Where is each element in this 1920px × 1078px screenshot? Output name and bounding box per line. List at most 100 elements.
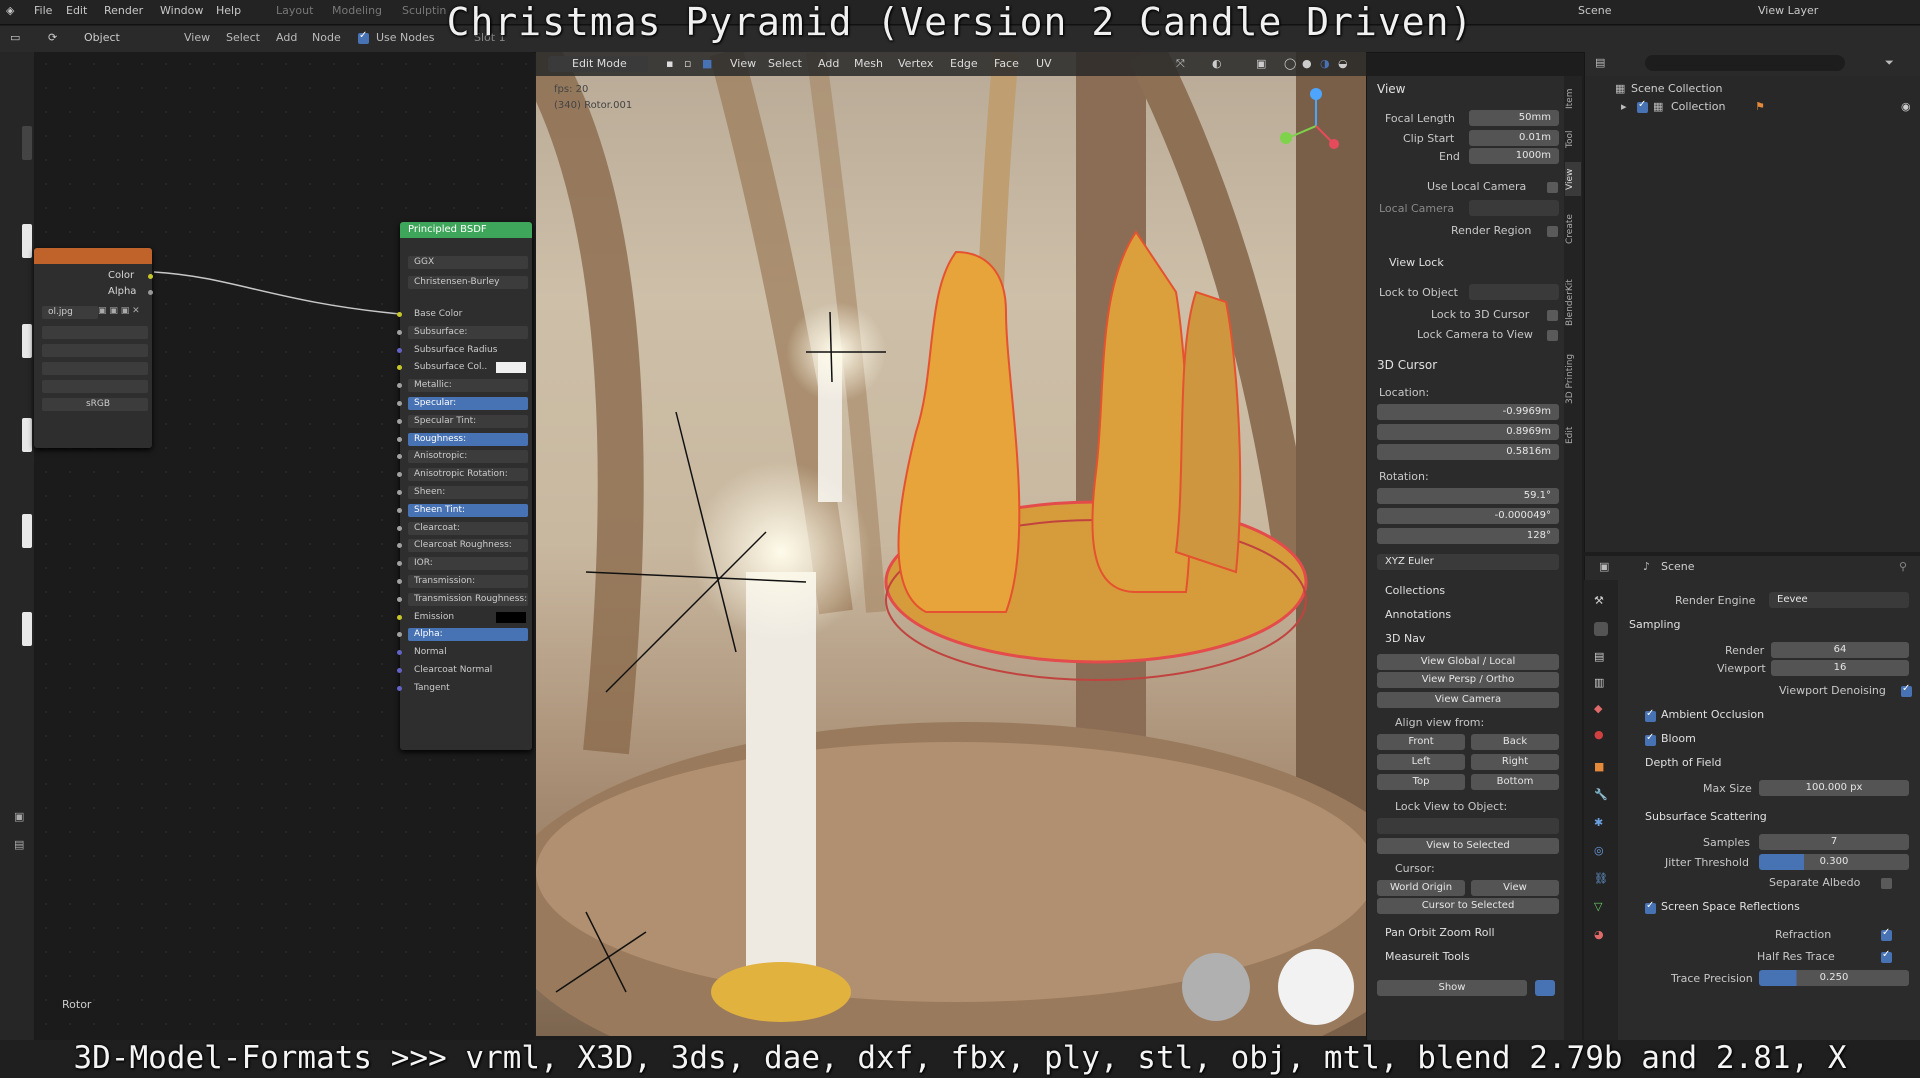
image-editor-icon[interactable]: ▣ <box>14 810 24 823</box>
bsdf-input-tangent[interactable]: Tangent <box>408 682 528 695</box>
render-tab-icon[interactable] <box>1594 622 1608 636</box>
align-back-button[interactable]: Back <box>1471 734 1559 750</box>
view-camera-button[interactable]: View Camera <box>1377 692 1559 708</box>
world-tab-icon[interactable]: ● <box>1594 728 1608 742</box>
viewport-denoising-checkbox[interactable] <box>1901 683 1912 697</box>
sidebar-tab-view[interactable]: View <box>1565 162 1581 196</box>
clip-end-field[interactable]: 1000m <box>1469 148 1559 164</box>
ssr-header[interactable]: Screen Space Reflections <box>1661 900 1800 913</box>
overlay-toggle-icon[interactable]: ◐ <box>1212 56 1222 72</box>
constraint-tab-icon[interactable]: ⛓ <box>1594 872 1608 886</box>
bsdf-input-socket[interactable] <box>397 650 402 656</box>
align-top-button[interactable]: Top <box>1377 774 1465 790</box>
properties-type-icon[interactable]: ▣ <box>1599 560 1609 573</box>
bsdf-input-specular-tint[interactable]: Specular Tint: <box>408 414 528 428</box>
bsdf-input-socket[interactable] <box>397 668 402 673</box>
bsdf-input-base-color[interactable]: Base Color <box>408 308 528 321</box>
physics-tab-icon[interactable]: ◎ <box>1594 844 1608 858</box>
navigation-gizmo[interactable] <box>1276 86 1356 166</box>
bsdf-input-anisotropic[interactable]: Anisotropic: <box>408 450 528 464</box>
shader-node-editor[interactable]: Color Alpha ol.jpg ▣ ▣ ▣ ✕ sRGB Principl… <box>34 52 534 1040</box>
3d-nav-header[interactable]: 3D Nav <box>1385 632 1425 645</box>
view-layer-tab-icon[interactable]: ▥ <box>1594 676 1608 690</box>
face-select-icon[interactable]: ■ <box>702 56 712 72</box>
bsdf-input-socket[interactable] <box>397 490 402 495</box>
bsdf-input-socket[interactable] <box>397 561 402 567</box>
bsdf-input-specular[interactable]: Specular: <box>408 397 528 410</box>
sampling-header[interactable]: Sampling <box>1629 618 1681 631</box>
sidebar-tab-create[interactable]: Create <box>1565 202 1581 256</box>
bloom-checkbox[interactable] <box>1645 732 1656 746</box>
cursor-rot-x[interactable]: 59.1° <box>1377 488 1559 504</box>
visibility-eye-icon[interactable]: ◉ <box>1901 100 1911 113</box>
edge-select-icon[interactable]: ▫ <box>684 56 691 72</box>
tool-transform[interactable] <box>22 612 32 646</box>
vp-menu-add[interactable]: Add <box>818 56 839 72</box>
cursor-loc-y[interactable]: 0.8969m <box>1377 424 1559 440</box>
bsdf-input-clearcoat[interactable]: Clearcoat: <box>408 521 528 535</box>
collection-label[interactable]: Collection <box>1671 100 1725 113</box>
bsdf-input-socket[interactable] <box>397 401 402 406</box>
scene-collection-label[interactable]: Scene Collection <box>1631 82 1722 95</box>
sidebar-tab-edit[interactable]: Edit <box>1565 418 1581 452</box>
tool-rotate[interactable] <box>22 418 32 452</box>
bsdf-input-ior[interactable]: IOR: <box>408 557 528 571</box>
bsdf-input-socket[interactable] <box>397 507 402 513</box>
view-persp-ortho-button[interactable]: View Persp / Ortho <box>1377 672 1559 688</box>
bsdf-input-socket[interactable] <box>397 365 402 371</box>
render-samples-field[interactable]: 64 <box>1771 642 1909 658</box>
particles-tab-icon[interactable]: ✱ <box>1594 816 1608 830</box>
bsdf-input-socket[interactable] <box>397 614 402 620</box>
source-dropdown[interactable] <box>42 380 148 393</box>
local-camera-field[interactable] <box>1469 200 1559 216</box>
bsdf-input-sheen-tint[interactable]: Sheen Tint: <box>408 503 528 517</box>
shading-wire-icon[interactable]: ◯ <box>1284 56 1296 72</box>
bsdf-input-socket[interactable] <box>397 383 402 389</box>
max-size-field[interactable]: 100.000 px <box>1759 780 1909 796</box>
scene-tab-icon[interactable]: ◆ <box>1594 702 1608 716</box>
pin-icon[interactable]: ⚲ <box>1899 560 1907 573</box>
refraction-checkbox[interactable] <box>1881 927 1892 941</box>
view-global-local-button[interactable]: View Global / Local <box>1377 654 1559 670</box>
measureit-header[interactable]: Measureit Tools <box>1385 950 1470 963</box>
tool-scale[interactable] <box>22 514 32 548</box>
use-local-camera-checkbox[interactable] <box>1547 182 1558 193</box>
bsdf-input-clearcoat-roughness[interactable]: Clearcoat Roughness: <box>408 539 528 553</box>
lock-camera-checkbox[interactable] <box>1547 330 1558 341</box>
subsurface-color-swatch[interactable] <box>496 362 526 374</box>
ambient-occlusion-header[interactable]: Ambient Occlusion <box>1661 708 1764 721</box>
vp-menu-edge[interactable]: Edge <box>950 56 978 72</box>
uv-editor-icon[interactable]: ▤ <box>14 838 24 851</box>
lock-view-object-field[interactable] <box>1377 818 1559 834</box>
render-engine-dropdown[interactable]: Eevee <box>1769 592 1909 608</box>
3d-cursor-header[interactable]: 3D Cursor <box>1377 358 1437 372</box>
render-region-checkbox[interactable] <box>1547 226 1558 237</box>
measureit-show-button[interactable]: Show <box>1377 980 1527 996</box>
separate-albedo-checkbox[interactable] <box>1881 878 1892 889</box>
viewport-samples-field[interactable]: 16 <box>1771 660 1909 676</box>
3d-viewport[interactable]: Edit Mode ▪ ▫ ■ View Select Add Mesh Ver… <box>536 52 1366 1036</box>
jitter-threshold-slider[interactable]: 0.300 <box>1759 854 1909 870</box>
sidebar-tab-blenderkit[interactable]: BlenderKit <box>1565 266 1581 340</box>
bsdf-input-socket[interactable] <box>397 632 402 638</box>
focal-length-field[interactable]: 50mm <box>1469 110 1559 126</box>
bloom-header[interactable]: Bloom <box>1661 732 1696 745</box>
bsdf-header[interactable]: Principled BSDF <box>400 222 532 238</box>
view-section-header[interactable]: View <box>1377 82 1405 96</box>
tool-move[interactable] <box>22 324 32 358</box>
align-bottom-button[interactable]: Bottom <box>1471 774 1559 790</box>
ao-checkbox[interactable] <box>1645 708 1656 722</box>
annotations-header[interactable]: Annotations <box>1385 608 1451 621</box>
shading-material-icon[interactable]: ◑ <box>1320 56 1330 72</box>
bsdf-input-subsurface[interactable]: Subsurface: <box>408 325 528 339</box>
sss-method-dropdown[interactable]: Christensen-Burley <box>408 276 528 289</box>
distribution-dropdown[interactable]: GGX <box>408 256 528 269</box>
object-tab-icon[interactable]: ■ <box>1594 760 1608 774</box>
cursor-rot-y[interactable]: -0.000049° <box>1377 508 1559 524</box>
tool-tab-icon[interactable]: ⚒ <box>1594 594 1608 608</box>
half-res-checkbox[interactable] <box>1881 949 1892 963</box>
vp-menu-vertex[interactable]: Vertex <box>898 56 933 72</box>
cursor-view-button[interactable]: View <box>1471 880 1559 896</box>
tool-handle[interactable] <box>22 126 32 160</box>
bsdf-input-socket[interactable] <box>397 543 402 549</box>
